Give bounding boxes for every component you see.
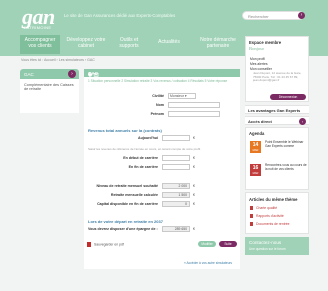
contact-title: Contactez-nous [249, 240, 282, 245]
acces-direct-dropdown[interactable]: Accès direct › [245, 116, 309, 125]
print-mail-icon[interactable]: 🖶 ✉ [88, 71, 236, 79]
epargne-unit: € [193, 227, 195, 231]
back-to-simulators-link[interactable]: « Accéder à vos autre simulateurs [184, 261, 232, 265]
event-day: 16 [252, 165, 259, 171]
aujourdhui-field[interactable] [162, 135, 190, 141]
event-month: MAR [252, 172, 259, 175]
advisor-details: Jean Dupont, 12 avenue de la Gare, 75000… [253, 71, 302, 83]
contact-box[interactable]: Contactez-nous Une question sur le forum [245, 237, 309, 255]
event-title[interactable]: Point Ensemble le Webinar Gan Experts co… [265, 140, 307, 149]
pdf-icon [87, 242, 91, 247]
member-greeting: Bonjour [249, 46, 265, 51]
nom-field[interactable] [168, 102, 220, 108]
capital-value: 0 [162, 201, 190, 207]
article-label: Documents de rentrée [256, 222, 290, 226]
suite-button[interactable]: Suite [219, 241, 237, 247]
capital-unit: € [193, 202, 195, 206]
retraite-calculee-label: Retraite mensuelle calculée [110, 193, 158, 197]
article-label: Rapports d'activité [256, 214, 284, 218]
aujourdhui-label: Aujourd'hui [137, 136, 158, 140]
chevron-right-icon[interactable]: › [68, 70, 76, 78]
contact-subtitle: Une question sur le forum [249, 247, 286, 251]
logout-button[interactable]: Déconnexion [270, 94, 306, 100]
article-label: Charte qualité [256, 206, 278, 210]
breadcrumb: Vous êtes ici : Accueil › Les simulateur… [21, 58, 95, 62]
search-submit-icon[interactable]: › [298, 12, 305, 19]
fin-carriere-field[interactable] [162, 164, 190, 170]
left-sidebar-body: Complémentaire des Caisses de retraite [20, 79, 79, 113]
event-month: MAR [252, 149, 259, 152]
retraite-souhaitee-unit: € [193, 184, 195, 188]
article-link[interactable]: Charte qualité [250, 206, 278, 211]
search-input[interactable]: Rechercher [242, 11, 304, 20]
avantages-link[interactable]: Les avantages Gan Experts [245, 105, 309, 114]
nom-label: Nom [156, 103, 164, 107]
retraite-souhaitee-value[interactable]: 2 000 [162, 183, 190, 189]
modifier-button[interactable]: Modifier [198, 241, 216, 247]
retraite-calculee-unit: € [193, 193, 195, 197]
retraite-souhaitee-label: Niveau de retraite mensuel souhaité [96, 184, 158, 188]
steps-bar[interactable]: 1 Situation personnelle 2 Simulation ret… [88, 79, 227, 83]
member-space-title: Espace membre [249, 40, 282, 45]
fin-carriere-unit: € [193, 165, 195, 169]
member-link-alerts[interactable]: Mes alertes [250, 62, 268, 66]
event-day: 14 [252, 142, 259, 148]
member-link-profile[interactable]: Mon profil [250, 57, 265, 61]
revenus-section-title: Revenus total annuels sur la (contrats) [88, 128, 162, 133]
member-space: Espace membre Bonjour Mon profil Mes ale… [245, 36, 309, 102]
capital-label: Capital disponible en fin de carrière [97, 202, 158, 206]
avantages-label: Les avantages Gan Experts [248, 108, 301, 113]
left-sidebar-title: GAC [24, 71, 34, 77]
panel-header: GAC 🖶 ✉ [84, 69, 240, 77]
debut-carriere-unit: € [193, 156, 195, 160]
left-sidebar: GAC › Complémentaire des Caisses de retr… [20, 69, 79, 269]
chevron-down-icon[interactable]: › [299, 118, 306, 125]
prenom-label: Prénom [150, 112, 164, 116]
aujourdhui-unit: € [193, 136, 195, 140]
document-icon [250, 206, 253, 211]
left-sidebar-header[interactable]: GAC › [20, 69, 79, 79]
nav-item-accompagner[interactable]: Accompagner vos clients [20, 35, 60, 54]
nav-item-actualites[interactable]: Actualités [150, 35, 188, 54]
epargne-value: 289 650 [162, 226, 190, 232]
event-date: 14 MAR [250, 141, 261, 153]
pdf-save-link[interactable]: Sauvegarder en pdf [87, 242, 124, 247]
related-articles: Articles du même thème Charte qualité Ra… [245, 192, 309, 234]
civilite-select[interactable]: Monsieur ▾ [168, 93, 196, 99]
nav-item-demarche[interactable]: Notre démarche partenaire [192, 35, 244, 54]
revenus-hint: Saisir les revenus de référence de l'ann… [88, 147, 201, 151]
document-icon [250, 214, 253, 219]
debut-carriere-label: En début de carrière [123, 156, 158, 160]
prenom-field[interactable] [168, 111, 220, 117]
pdf-label: Sauvegarder en pdf [94, 242, 124, 247]
site-tagline: Le site de Gan Assurances dédié aux Expe… [64, 13, 176, 18]
fin-carriere-label: En fin de carrière [128, 165, 158, 169]
debut-carriere-field[interactable] [162, 155, 190, 161]
left-sidebar-link[interactable]: Complémentaire des Caisses de retraite [24, 83, 74, 92]
article-link[interactable]: Rapports d'activité [250, 214, 284, 219]
epargne-label: Vous devrez disposer d'une épargne de : [88, 227, 158, 231]
logo-subtitle: PATRIMOINE [24, 25, 52, 30]
search-placeholder: Rechercher [248, 13, 269, 19]
nav-item-outils[interactable]: Outils et supports [112, 35, 146, 54]
retraite-calculee-value: 1 500 [162, 192, 190, 198]
document-icon [250, 222, 253, 227]
depart-section-title: Lors de votre départ en retraite en 2037 [88, 219, 163, 224]
article-link[interactable]: Documents de rentrée [250, 222, 290, 227]
agenda-box: Agenda 14 MAR Point Ensemble le Webinar G… [245, 127, 309, 190]
event-date: 16 MAR [250, 164, 261, 176]
agenda-title: Agenda [249, 131, 265, 136]
acces-direct-label: Accès direct [248, 119, 272, 124]
event-title[interactable]: Rencontrez-vous au cours de la nuit de v… [265, 163, 307, 172]
civilite-label: Civilité [152, 94, 164, 98]
nav-item-developpez[interactable]: Développez votre cabinet [64, 35, 108, 54]
simulator-panel: GAC 🖶 ✉ 1 Situation personnelle 2 Simula… [84, 69, 240, 269]
main-nav: Accompagner vos clients Développez votre… [20, 35, 246, 54]
page: gan PATRIMOINE Le site de Gan Assurances… [0, 0, 328, 291]
related-articles-title: Articles du même thème [249, 197, 298, 202]
